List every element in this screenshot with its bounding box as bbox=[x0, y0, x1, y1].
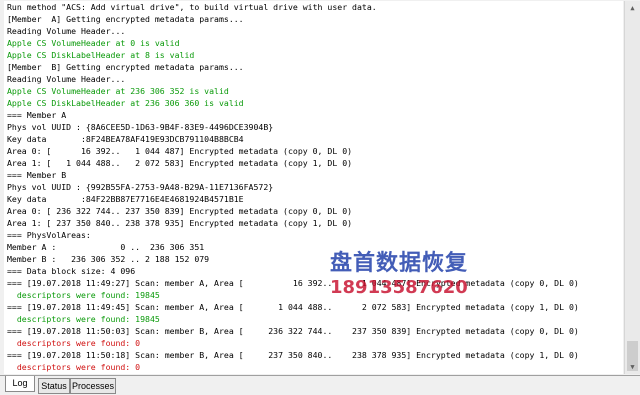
log-line: Area 0: [ 16 392.. 1 044 487] Encrypted … bbox=[7, 146, 353, 156]
log-line: Apple CS DiskLabelHeader at 8 is valid bbox=[7, 50, 195, 60]
log-line: === Member A bbox=[7, 110, 67, 120]
log-line: [Member B] Getting encrypted metadata pa… bbox=[7, 62, 244, 72]
log-line: descriptors were found: 0 bbox=[7, 338, 141, 348]
log-line: Apple CS DiskLabelHeader at 236 306 360 … bbox=[7, 98, 244, 108]
log-line: Key data :8F24BEA78AF419E93DCB791104B8BC… bbox=[7, 134, 244, 144]
tab-status[interactable]: Status bbox=[38, 378, 70, 394]
watermark: 盘首数据恢复 18913587620 bbox=[330, 245, 590, 298]
watermark-phone: 18913587620 bbox=[330, 277, 468, 298]
scroll-down-arrow-icon[interactable]: ▼ bbox=[625, 360, 640, 374]
log-line: Key data :84F22BB87E7716E4E4681924B4571B… bbox=[7, 194, 244, 204]
log-line: Area 0: [ 236 322 744.. 237 350 839] Enc… bbox=[7, 206, 353, 216]
vertical-scrollbar[interactable]: ▲ ▼ bbox=[624, 1, 640, 374]
log-line: Reading Volume Header... bbox=[7, 26, 126, 36]
log-line: === [19.07.2018 11:50:03] Scan: member B… bbox=[7, 326, 579, 336]
log-line: === Member B bbox=[7, 170, 67, 180]
tab-log[interactable]: Log bbox=[5, 376, 35, 392]
log-line: [19.07.2018 11:50:35] Process selected d… bbox=[4, 373, 623, 374]
log-line: Area 1: [ 1 044 488.. 2 072 583] Encrypt… bbox=[7, 158, 353, 168]
watermark-title: 盘首数据恢复 bbox=[330, 251, 469, 276]
log-line: Phys vol UUID : {8A6CEE5D-1D63-9B4F-83E9… bbox=[7, 122, 274, 132]
log-line: descriptors were found: 19845 bbox=[7, 314, 160, 324]
log-line: [Member A] Getting encrypted metadata pa… bbox=[7, 14, 244, 24]
log-line: Reading Volume Header... bbox=[7, 74, 126, 84]
log-output[interactable]: Run method "ACS: Add virtual drive", to … bbox=[4, 1, 623, 374]
log-line: Run method "ACS: Add virtual drive", to … bbox=[7, 2, 377, 12]
log-line: Area 1: [ 237 350 840.. 238 378 935] Enc… bbox=[7, 218, 353, 228]
scroll-up-arrow-icon[interactable]: ▲ bbox=[625, 1, 640, 15]
log-line: === [19.07.2018 11:49:45] Scan: member A… bbox=[7, 302, 579, 312]
log-window: Run method "ACS: Add virtual drive", to … bbox=[0, 0, 640, 395]
log-line: Phys vol UUID : {992B55FA-2753-9A48-B29A… bbox=[7, 182, 274, 192]
log-line: Apple CS VolumeHeader at 0 is valid bbox=[7, 38, 180, 48]
tab-processes[interactable]: Processes bbox=[70, 378, 116, 394]
log-line: descriptors were found: 0 bbox=[7, 362, 141, 372]
log-line: === PhysVolAreas: bbox=[7, 230, 91, 240]
bottom-tab-bar: Log Status Processes bbox=[0, 375, 640, 395]
log-line: === [19.07.2018 11:50:18] Scan: member B… bbox=[7, 350, 579, 360]
log-line: Apple CS VolumeHeader at 236 306 352 is … bbox=[7, 86, 229, 96]
